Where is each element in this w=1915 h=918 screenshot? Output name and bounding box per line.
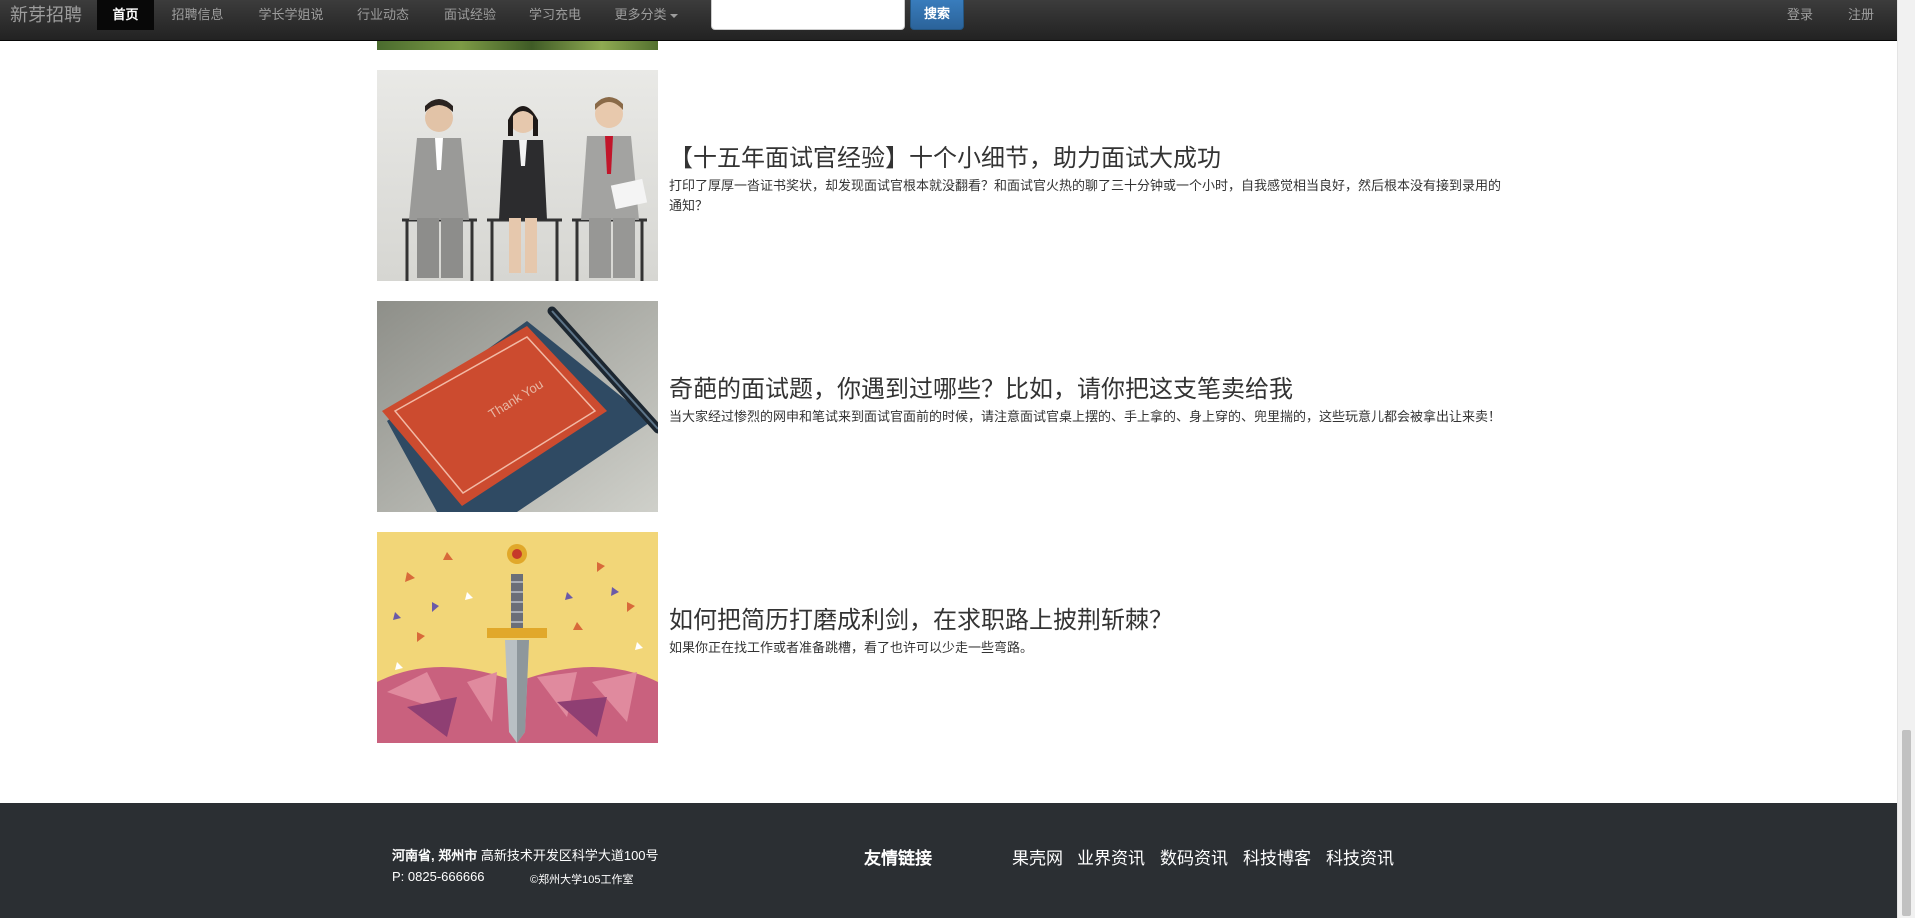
scrollbar-thumb[interactable]	[1902, 730, 1911, 916]
article-summary: 如果你正在找工作或者准备跳槽，看了也许可以少走一些弯路。	[669, 640, 1034, 655]
top-navbar: 新芽招聘 首页 招聘信息 学长学姐说 行业动态 面试经验 学习充电 更多分类 搜…	[0, 0, 1897, 41]
footer-address-street: 高新技术开发区科学大道100号	[477, 848, 659, 863]
footer-phone: P: 0825-666666	[392, 869, 485, 884]
nav-item-jobs[interactable]: 招聘信息	[160, 0, 235, 30]
thank-you-card-image[interactable]: Thank You	[377, 301, 658, 512]
article-title[interactable]: 【十五年面试官经验】十个小细节，助力面试大成功	[669, 138, 1221, 173]
register-link[interactable]: 注册	[1836, 0, 1886, 30]
brand-logo[interactable]: 新芽招聘	[10, 0, 82, 30]
footer-address: 河南省, 郑州市 高新技术开发区科学大道100号	[392, 845, 659, 864]
caret-down-icon	[669, 13, 678, 18]
article-summary: 打印了厚厚一沓证书奖状，却发现面试官根本就没翻看？和面试官火热的聊了三十分钟或一…	[669, 178, 1502, 213]
footer-link-tech-blog[interactable]: 科技博客	[1243, 844, 1311, 869]
nav-item-interview[interactable]: 面试经验	[435, 0, 505, 30]
nav-item-home[interactable]: 首页	[97, 0, 154, 30]
footer-link-digital-news[interactable]: 数码资讯	[1160, 844, 1228, 869]
article-item[interactable]: 【十五年面试官经验】十个小细节，助力面试大成功 打印了厚厚一沓证书奖状，却发现面…	[377, 70, 1512, 281]
nav-item-seniors[interactable]: 学长学姐说	[248, 0, 334, 30]
sword-illustration-image[interactable]	[377, 532, 658, 743]
login-link[interactable]: 登录	[1775, 0, 1825, 30]
article-title[interactable]: 如何把简历打磨成利剑，在求职路上披荆斩棘？	[669, 600, 1173, 635]
nav-item-more-dropdown[interactable]: 更多分类	[606, 0, 686, 30]
footer-address-city: 河南省, 郑州市	[392, 848, 478, 863]
footer-link-guokr[interactable]: 果壳网	[1012, 844, 1063, 869]
article-item[interactable]: Thank You 奇葩的面试题，你遇到过哪些？比如，请你把这支笔卖给我 当大家…	[377, 301, 1512, 512]
page-scrollbar[interactable]	[1897, 0, 1915, 918]
nav-item-study[interactable]: 学习充电	[520, 0, 590, 30]
footer-link-industry-news[interactable]: 业界资讯	[1077, 844, 1145, 869]
interview-candidates-image[interactable]	[377, 70, 658, 281]
article-title[interactable]: 奇葩的面试题，你遇到过哪些？比如，请你把这支笔卖给我	[669, 369, 1293, 404]
footer-link-tech-news[interactable]: 科技资讯	[1326, 844, 1394, 869]
article-summary: 当大家经过惨烈的网申和笔试来到面试官面前的时候，请注意面试官桌上摆的、手上拿的、…	[669, 409, 1502, 424]
footer: 河南省, 郑州市 高新技术开发区科学大道100号 P: 0825-666666 …	[0, 803, 1897, 918]
search-input[interactable]	[711, 0, 905, 30]
footer-copyright: ©郑州大学105工作室	[530, 874, 634, 886]
nav-item-industry[interactable]: 行业动态	[348, 0, 418, 30]
friend-links-heading: 友情链接	[864, 849, 932, 868]
article-item[interactable]: 如何把简历打磨成利剑，在求职路上披荆斩棘？ 如果你正在找工作或者准备跳槽，看了也…	[377, 532, 1512, 743]
nav-item-more-label: 更多分类	[614, 7, 667, 22]
search-button[interactable]: 搜索	[910, 0, 964, 30]
